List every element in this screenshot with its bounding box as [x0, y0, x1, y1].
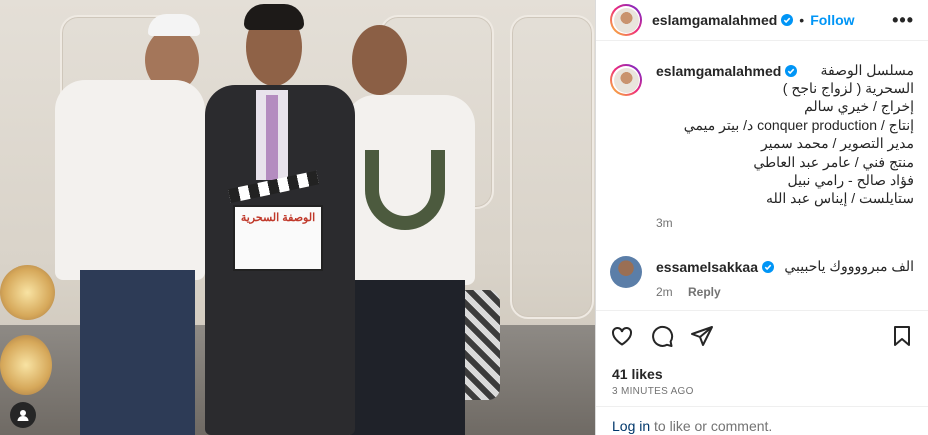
- verified-badge-icon: [785, 64, 798, 77]
- person-shirt: [55, 80, 205, 280]
- post-sidebar: eslamgamalahmed • Follow ••• eslamgamala…: [595, 0, 928, 435]
- comment: essamelsakkaa الف مبرووووك ياحبيبي 2m Re…: [610, 256, 914, 299]
- post-photo[interactable]: الوصفة السحرية: [0, 0, 595, 435]
- reply-button[interactable]: Reply: [688, 285, 721, 299]
- caption-text: السحرية ( لزواج ناجح ) إخراج / خيري سالم…: [656, 79, 914, 208]
- wall-panel: [510, 15, 594, 319]
- save-bookmark-icon[interactable]: [890, 324, 914, 348]
- tie: [266, 95, 278, 180]
- caption-line: مدير التصوير / محمد سمير: [760, 135, 914, 152]
- caption-line: مسلسل الوصفة: [820, 62, 914, 78]
- divider: [596, 310, 928, 311]
- post-timestamp: 3 MINUTES AGO: [612, 386, 694, 397]
- share-send-icon[interactable]: [690, 324, 714, 348]
- comment-username[interactable]: essamelsakkaa: [656, 259, 758, 275]
- film-clapperboard: الوصفة السحرية: [228, 170, 323, 271]
- verified-badge-icon: [781, 14, 794, 26]
- username-link[interactable]: eslamgamalahmed: [652, 12, 777, 28]
- like-heart-icon[interactable]: [610, 324, 634, 348]
- divider: [596, 406, 928, 407]
- login-prompt: Log in to like or comment.: [612, 418, 772, 434]
- post-header: eslamgamalahmed • Follow •••: [596, 0, 928, 41]
- caption-username[interactable]: eslamgamalahmed: [656, 63, 781, 79]
- avatar[interactable]: [610, 64, 642, 96]
- lamp: [0, 335, 52, 395]
- caption-line: السحرية ( لزواج ناجح ): [782, 80, 914, 96]
- caption-line: إخراج / خيري سالم: [804, 98, 914, 115]
- avatar[interactable]: [610, 4, 642, 36]
- cap: [148, 14, 200, 36]
- comment-timestamp: 2m: [656, 285, 673, 299]
- separator-dot: •: [799, 12, 805, 28]
- comment-text: الف مبرووووك ياحبيبي: [784, 258, 914, 274]
- login-link[interactable]: Log in: [612, 418, 650, 434]
- tagged-user-icon[interactable]: [10, 402, 36, 428]
- likes-count[interactable]: 41 likes: [612, 366, 663, 382]
- login-prompt-text: to like or comment.: [650, 418, 773, 434]
- caption-timestamp: 3m: [656, 215, 673, 230]
- caption: eslamgamalahmed مسلسل الوصفة السحرية ( ل…: [610, 62, 914, 230]
- follow-button[interactable]: Follow: [810, 12, 854, 28]
- lamp: [0, 265, 55, 320]
- person-jeans: [80, 270, 195, 435]
- clapper-title: الوصفة السحرية: [240, 212, 316, 224]
- person-pants: [350, 280, 465, 435]
- more-options-button[interactable]: •••: [892, 10, 914, 31]
- shirt-print: [365, 150, 445, 230]
- verified-badge-icon: [762, 260, 774, 273]
- avatar[interactable]: [610, 256, 642, 288]
- hair: [244, 4, 304, 30]
- action-bar: [610, 322, 914, 350]
- person-head: [352, 25, 407, 95]
- caption-line: منتج فني / عامر عبد العاطي: [753, 153, 914, 170]
- caption-line: فؤاد صالح - رامي نبيل: [787, 172, 915, 189]
- comment-bubble-icon[interactable]: [650, 324, 674, 348]
- caption-line: إنتاج / conquer production د/ بيتر ميمي: [683, 116, 914, 133]
- caption-line: ستايلست / إيناس عبد الله: [765, 190, 914, 207]
